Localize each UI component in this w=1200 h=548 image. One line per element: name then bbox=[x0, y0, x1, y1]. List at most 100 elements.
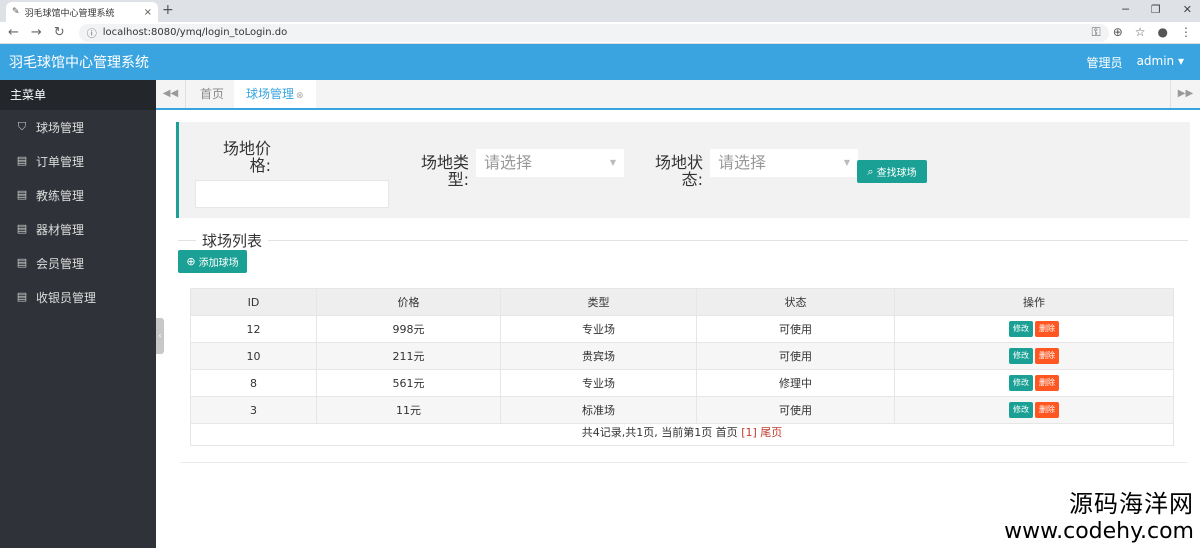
cell-price: 211元 bbox=[316, 342, 501, 370]
close-tab-icon[interactable]: × bbox=[144, 7, 152, 18]
edit-button[interactable]: 修改 bbox=[1009, 375, 1033, 391]
price-label: 场地价 格: bbox=[217, 140, 271, 174]
document-icon: ▤ bbox=[16, 256, 28, 269]
delete-button[interactable]: 删除 bbox=[1035, 321, 1059, 337]
chevron-down-icon: ▼ bbox=[843, 158, 850, 167]
browser-tab-title: 羽毛球馆中心管理系统 bbox=[24, 8, 115, 19]
type-select-value: 请选择 bbox=[484, 153, 533, 172]
search-icon: ⌕ bbox=[867, 164, 874, 178]
edit-button[interactable]: 修改 bbox=[1009, 321, 1033, 337]
plus-circle-icon: ⊕ bbox=[186, 255, 196, 268]
minimize-icon[interactable]: ─ bbox=[1122, 3, 1129, 16]
sidebar-item-coaches[interactable]: ▤ 教练管理 bbox=[0, 178, 156, 212]
document-icon: ▤ bbox=[16, 290, 28, 303]
page-favicon-icon: ✎ bbox=[12, 7, 20, 17]
zoom-icon[interactable]: ⊕ bbox=[1113, 25, 1123, 40]
star-icon[interactable]: ☆ bbox=[1135, 25, 1146, 40]
search-court-button[interactable]: ⌕ 查找球场 bbox=[857, 160, 927, 183]
key-icon[interactable]: ⚿ bbox=[1092, 25, 1101, 40]
cell-id: 12 bbox=[190, 315, 317, 343]
edit-button[interactable]: 修改 bbox=[1009, 402, 1033, 418]
close-window-icon[interactable]: ✕ bbox=[1183, 3, 1192, 16]
sidebar-item-equipment[interactable]: ▤ 器材管理 bbox=[0, 212, 156, 246]
tabs-scroll-right-icon[interactable]: ▶▶ bbox=[1170, 80, 1200, 108]
cell-id: 10 bbox=[190, 342, 317, 370]
tab-court-management[interactable]: 球场管理 ⊗ bbox=[234, 80, 316, 108]
app-header: 羽毛球馆中心管理系统 管理员 admin ▾ bbox=[0, 44, 1200, 80]
column-header: 价格 bbox=[316, 288, 501, 316]
price-label-line1: 场地价 bbox=[222, 139, 271, 158]
sidebar: 主菜单 ⛉ 球场管理 ▤ 订单管理 ▤ 教练管理 ▤ 器材管理 ▤ 会员管理 ▤… bbox=[0, 80, 156, 548]
maximize-icon[interactable]: ❐ bbox=[1151, 3, 1161, 16]
cell-status: 修理中 bbox=[696, 369, 895, 397]
sidebar-item-court[interactable]: ⛉ 球场管理 bbox=[0, 110, 156, 144]
menu-dots-icon[interactable]: ⋮ bbox=[1180, 25, 1192, 40]
nav-buttons: ← → ↻ bbox=[8, 25, 65, 40]
reload-icon[interactable]: ↻ bbox=[54, 25, 65, 40]
user-menu[interactable]: admin ▾ bbox=[1137, 54, 1184, 71]
info-icon[interactable]: ⓘ bbox=[87, 25, 97, 40]
pagination: 共4记录,共1页, 当前第1页 首页 [1] 尾页 bbox=[190, 420, 1174, 446]
type-label: 场地类 型: bbox=[415, 154, 469, 188]
url-field[interactable]: ⓘ localhost:8080/ymq/login_toLogin.do bbox=[78, 23, 1109, 42]
forward-icon[interactable]: → bbox=[31, 25, 42, 40]
sidebar-item-label: 收银员管理 bbox=[36, 290, 97, 305]
add-court-button[interactable]: ⊕ 添加球场 bbox=[178, 250, 247, 273]
cell-actions: 修改 删除 bbox=[894, 315, 1174, 343]
sidebar-item-label: 器材管理 bbox=[36, 222, 85, 237]
sidebar-header: 主菜单 bbox=[0, 80, 156, 110]
tab-label: 球场管理 bbox=[246, 87, 295, 101]
column-header: 操作 bbox=[894, 288, 1174, 316]
document-icon: ▤ bbox=[16, 222, 28, 235]
user-area: 管理员 admin ▾ bbox=[1087, 54, 1184, 71]
search-panel: 场地价 格: 场地类 型: 请选择 ▼ 场地状 态: 请选择 ▼ ⌕ 查找球场 bbox=[176, 122, 1190, 218]
pager-last-link[interactable]: 尾页 bbox=[760, 426, 782, 439]
back-icon[interactable]: ← bbox=[8, 25, 19, 40]
sidebar-item-label: 会员管理 bbox=[36, 256, 85, 271]
table-header-row: ID 价格 类型 状态 操作 bbox=[190, 288, 1174, 316]
url-text: localhost:8080/ymq/login_toLogin.do bbox=[102, 27, 288, 38]
content-bottom-divider bbox=[180, 462, 1188, 463]
sidebar-item-orders[interactable]: ▤ 订单管理 bbox=[0, 144, 156, 178]
shopping-bag-icon: ⛉ bbox=[17, 120, 27, 133]
sidebar-item-cashiers[interactable]: ▤ 收银员管理 bbox=[0, 280, 156, 314]
sidebar-item-label: 订单管理 bbox=[36, 154, 85, 169]
content-tabs: ◀◀ 首页 球场管理 ⊗ ▶▶ bbox=[156, 80, 1200, 110]
cell-id: 8 bbox=[190, 369, 317, 397]
profile-icon[interactable]: ● bbox=[1158, 25, 1168, 40]
price-input[interactable] bbox=[195, 180, 389, 208]
browser-tab[interactable]: ✎ 羽毛球馆中心管理系统 × bbox=[6, 2, 158, 22]
browser-actions: ⚿ ⊕ ☆ ● ⋮ bbox=[1092, 25, 1192, 40]
delete-button[interactable]: 删除 bbox=[1035, 348, 1059, 364]
delete-button[interactable]: 删除 bbox=[1035, 402, 1059, 418]
tabs-scroll-left-icon[interactable]: ◀◀ bbox=[156, 80, 186, 108]
document-icon: ▤ bbox=[16, 188, 28, 201]
cell-actions: 修改 删除 bbox=[894, 369, 1174, 397]
tab-home[interactable]: 首页 bbox=[188, 80, 236, 108]
cell-price: 561元 bbox=[316, 369, 501, 397]
tab-close-icon[interactable]: ⊗ bbox=[296, 91, 304, 101]
watermark-line2: www.codehy.com bbox=[1004, 519, 1194, 544]
cell-status: 可使用 bbox=[696, 315, 895, 343]
sidebar-collapse-handle[interactable]: ‹ bbox=[156, 318, 164, 354]
cell-status: 可使用 bbox=[696, 342, 895, 370]
role-label: 管理员 bbox=[1086, 55, 1123, 70]
column-header: 类型 bbox=[500, 288, 697, 316]
cell-type: 专业场 bbox=[500, 315, 697, 343]
edit-button[interactable]: 修改 bbox=[1009, 348, 1033, 364]
delete-button[interactable]: 删除 bbox=[1035, 375, 1059, 391]
sidebar-item-label: 球场管理 bbox=[36, 120, 85, 135]
browser-tabstrip: ✎ 羽毛球馆中心管理系统 × + ─ ❐ ✕ bbox=[0, 0, 1200, 22]
list-divider bbox=[178, 240, 1188, 241]
list-legend: 球场列表 bbox=[196, 230, 269, 251]
cell-actions: 修改 删除 bbox=[894, 342, 1174, 370]
table-row: 12 998元 专业场 可使用 修改 删除 bbox=[190, 315, 1174, 343]
sidebar-item-members[interactable]: ▤ 会员管理 bbox=[0, 246, 156, 280]
type-select[interactable]: 请选择 ▼ bbox=[476, 149, 624, 177]
address-bar: ← → ↻ ⓘ localhost:8080/ymq/login_toLogin… bbox=[0, 22, 1200, 44]
new-tab-button[interactable]: + bbox=[162, 2, 174, 18]
status-label: 场地状 态: bbox=[649, 154, 703, 188]
status-select[interactable]: 请选择 ▼ bbox=[710, 149, 858, 177]
pager-current-page[interactable]: [1] bbox=[741, 426, 757, 439]
status-label-line1: 场地状 bbox=[654, 153, 703, 172]
